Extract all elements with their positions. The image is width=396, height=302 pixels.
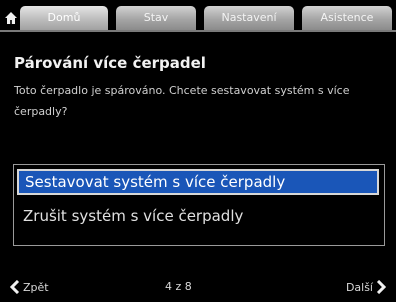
- back-label: Zpět: [23, 280, 49, 294]
- tab-settings[interactable]: Nastavení: [204, 6, 294, 30]
- page-title: Párování více čerpadel: [14, 54, 206, 72]
- options-list: Sestavovat systém s více čerpadly Zrušit…: [13, 164, 385, 246]
- option-cancel-multipump[interactable]: Zrušit systém s více čerpadly: [17, 203, 379, 229]
- chevron-right-icon: [376, 280, 386, 294]
- pump-controller-screen: Domů Stav Nastavení Asistence Párování v…: [0, 0, 396, 302]
- tab-bar: Domů Stav Nastavení Asistence: [0, 6, 396, 32]
- tab-status[interactable]: Stav: [116, 6, 196, 30]
- tab-assist[interactable]: Asistence: [302, 6, 392, 30]
- page-indicator: 4 z 8: [165, 280, 192, 293]
- bottom-nav: Zpět 4 z 8 Další: [0, 280, 396, 298]
- home-icon: [5, 12, 17, 24]
- chevron-left-icon: [10, 280, 20, 294]
- home-button[interactable]: [4, 8, 18, 28]
- tab-bar-divider: [0, 30, 396, 32]
- back-button[interactable]: Zpět: [10, 280, 49, 294]
- next-label: Další: [345, 280, 373, 294]
- next-button[interactable]: Další: [346, 280, 386, 294]
- tab-home[interactable]: Domů: [20, 6, 108, 30]
- page-description: Toto čerpadlo je spárováno. Chcete sesta…: [14, 84, 350, 118]
- option-setup-multipump[interactable]: Sestavovat systém s více čerpadly: [17, 169, 379, 195]
